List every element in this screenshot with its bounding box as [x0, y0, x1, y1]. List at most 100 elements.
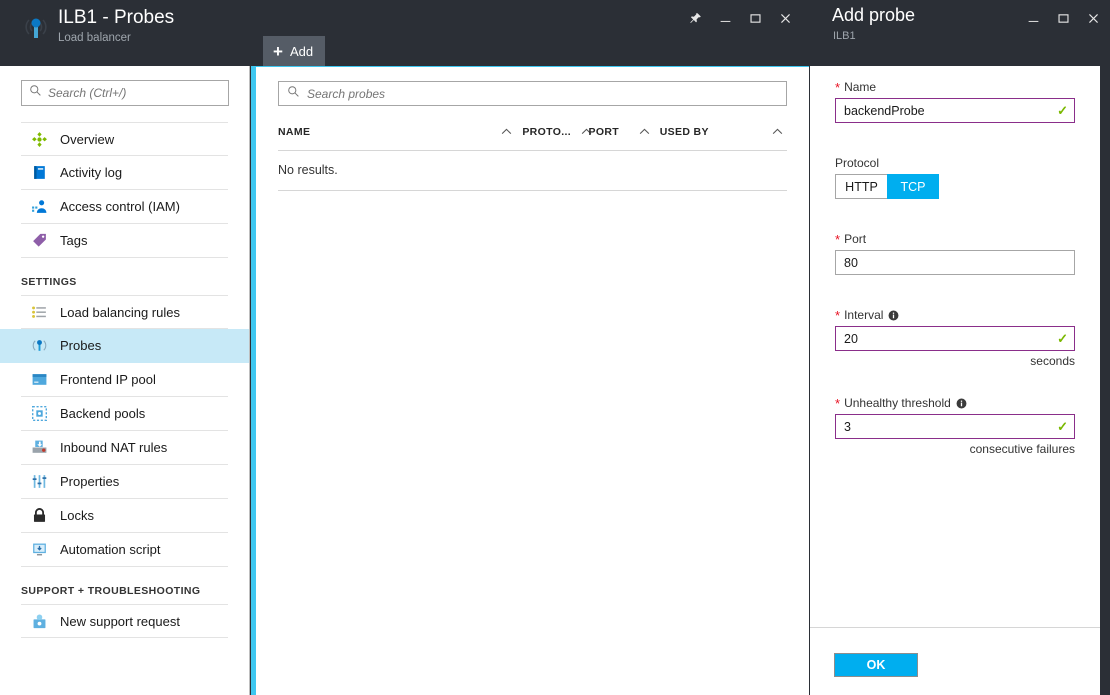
blade-title-block: ILB1 - Probes Load balancer: [58, 6, 174, 46]
maximize-icon[interactable]: [740, 4, 770, 32]
plus-icon: +: [273, 43, 283, 60]
column-header-name[interactable]: NAME: [278, 120, 522, 151]
sidebar-item-label: Tags: [60, 233, 87, 248]
column-label: NAME: [278, 126, 310, 138]
interval-field[interactable]: [844, 332, 1053, 346]
table-row: No results.: [278, 151, 787, 191]
sidebar-item-access-control[interactable]: Access control (IAM): [21, 190, 228, 224]
empty-state-message: No results.: [278, 151, 787, 191]
required-asterisk: *: [835, 233, 840, 246]
sidebar-item-label: Activity log: [60, 165, 122, 180]
sidebar-support-nav: New support request: [0, 604, 249, 638]
probes-table-head: NAME PROTO... PORT: [278, 120, 787, 151]
sidebar-item-label: Properties: [60, 474, 119, 489]
sidebar-item-automation-script[interactable]: Automation script: [21, 533, 228, 567]
sidebar-item-frontend-ip-pool[interactable]: Frontend IP pool: [21, 363, 228, 397]
add-button[interactable]: + Add: [263, 36, 325, 67]
spacer: [835, 281, 1075, 308]
sidebar-item-probes[interactable]: Probes: [0, 329, 249, 363]
sidebar-item-label: New support request: [60, 614, 180, 629]
minimize-icon[interactable]: [1018, 4, 1048, 32]
sidebar-item-load-balancing-rules[interactable]: Load balancing rules: [21, 295, 228, 329]
label-text: Name: [844, 80, 876, 94]
probes-table: NAME PROTO... PORT: [278, 120, 787, 191]
valid-check-icon: ✓: [1057, 104, 1068, 117]
sidebar-item-label: Access control (IAM): [60, 199, 180, 214]
pin-icon[interactable]: [680, 4, 710, 32]
sidebar-item-inbound-nat-rules[interactable]: Inbound NAT rules: [21, 431, 228, 465]
port-field[interactable]: [844, 256, 1068, 270]
info-icon[interactable]: [888, 310, 899, 321]
sidebar-item-locks[interactable]: Locks: [21, 499, 228, 533]
blade-window-controls: [680, 4, 800, 32]
sidebar-item-new-support-request[interactable]: New support request: [21, 604, 228, 638]
field-unhealthy-threshold: * Unhealthy threshold ✓ consecutive fail…: [835, 396, 1075, 456]
close-icon[interactable]: [1078, 4, 1108, 32]
sidebar-section-support: SUPPORT + TROUBLESHOOTING: [21, 585, 228, 597]
protocol-toggle[interactable]: HTTP TCP: [835, 174, 939, 199]
add-probe-header: Add probe ILB1: [810, 0, 1110, 66]
ok-button[interactable]: OK: [834, 653, 918, 677]
label-text: Unhealthy threshold: [844, 396, 951, 410]
field-name-label: * Name: [835, 80, 1075, 94]
name-input[interactable]: ✓: [835, 98, 1075, 123]
protocol-option-http[interactable]: HTTP: [835, 174, 887, 199]
probes-search-input[interactable]: [278, 81, 787, 106]
column-header-protocol[interactable]: PROTO...: [522, 120, 588, 151]
close-icon[interactable]: [770, 4, 800, 32]
panel-window-controls: [1018, 4, 1108, 32]
minimize-icon[interactable]: [710, 4, 740, 32]
protocol-option-tcp[interactable]: TCP: [887, 174, 939, 199]
search-input[interactable]: [21, 80, 229, 106]
spacer: [835, 374, 1075, 396]
chevron-up-icon: [639, 126, 650, 138]
sidebar-item-overview[interactable]: Overview: [21, 122, 228, 156]
sidebar-item-backend-pools[interactable]: Backend pools: [21, 397, 228, 431]
info-icon[interactable]: [956, 398, 967, 409]
tags-icon: [30, 232, 48, 250]
probes-search-field[interactable]: [307, 87, 778, 101]
panel-subtitle: ILB1: [833, 30, 856, 42]
probes-content-blade: NAME PROTO... PORT: [251, 66, 809, 695]
sidebar-item-tags[interactable]: Tags: [21, 224, 228, 258]
table-header-row: NAME PROTO... PORT: [278, 120, 787, 151]
column-label: USED BY: [660, 126, 709, 138]
valid-check-icon: ✓: [1057, 332, 1068, 345]
unhealthy-threshold-field[interactable]: [844, 420, 1053, 434]
probe-icon: [30, 337, 48, 355]
sidebar-item-label: Locks: [60, 508, 94, 523]
unhealthy-threshold-suffix: consecutive failures: [835, 442, 1075, 456]
field-interval-label: * Interval: [835, 308, 1075, 322]
chevron-up-icon: [501, 126, 512, 138]
sidebar-item-activity-log[interactable]: Activity log: [21, 156, 228, 190]
label-text: Protocol: [835, 156, 879, 170]
label-text: Interval: [844, 308, 883, 322]
maximize-icon[interactable]: [1048, 4, 1078, 32]
sidebar-item-properties[interactable]: Properties: [21, 465, 228, 499]
column-label: PORT: [588, 126, 619, 138]
name-field[interactable]: [844, 104, 1053, 118]
field-port: * Port: [835, 232, 1075, 275]
field-protocol: Protocol HTTP TCP: [835, 156, 1075, 199]
probes-table-body: No results.: [278, 151, 787, 191]
required-asterisk: *: [835, 81, 840, 94]
port-input[interactable]: [835, 250, 1075, 275]
sidebar-settings-nav: Load balancing rules Probes: [0, 295, 249, 567]
access-control-icon: [30, 198, 48, 216]
sidebar-section-settings: SETTINGS: [21, 276, 228, 288]
sidebar-item-label: Automation script: [60, 542, 160, 557]
unhealthy-threshold-input[interactable]: ✓: [835, 414, 1075, 439]
field-interval: * Interval ✓ seconds: [835, 308, 1075, 368]
column-header-port[interactable]: PORT: [588, 120, 659, 151]
interval-input[interactable]: ✓: [835, 326, 1075, 351]
spacer: [835, 205, 1075, 232]
sidebar-item-label: Overview: [60, 132, 114, 147]
sidebar-search-field[interactable]: [48, 86, 221, 100]
column-header-used-by[interactable]: USED BY: [660, 120, 787, 151]
interval-suffix: seconds: [835, 354, 1075, 368]
automation-script-icon: [30, 541, 48, 559]
label-text: Port: [844, 232, 866, 246]
field-unhealthy-threshold-label: * Unhealthy threshold: [835, 396, 1075, 410]
search-icon: [287, 85, 300, 103]
panel-title: Add probe: [832, 5, 915, 26]
